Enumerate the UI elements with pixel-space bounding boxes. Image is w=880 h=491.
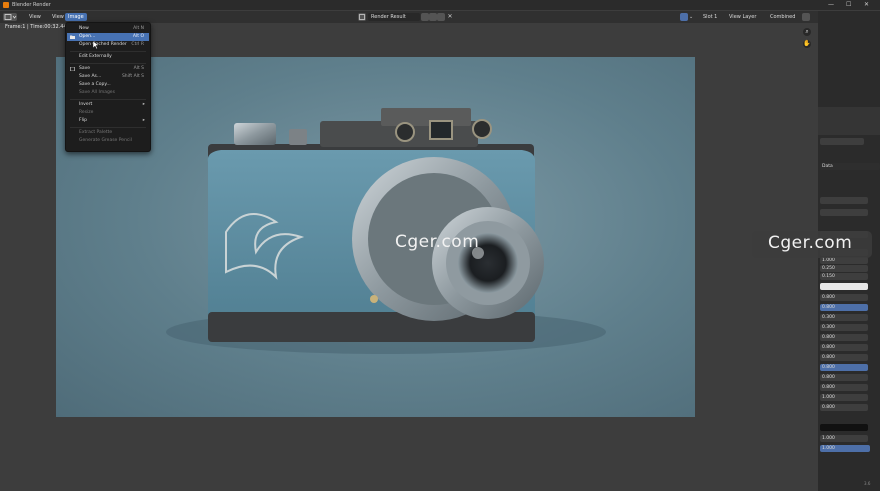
value-field[interactable]: 0.250 bbox=[820, 265, 868, 272]
sidebar-field[interactable] bbox=[820, 138, 864, 145]
menu-item-open[interactable]: Open... Alt O bbox=[67, 33, 149, 41]
color-swatch-white[interactable] bbox=[820, 283, 868, 290]
blender-logo-icon bbox=[3, 2, 9, 8]
render-pass-dropdown[interactable]: Combined bbox=[767, 13, 797, 21]
value-field[interactable]: 1.000 bbox=[820, 445, 870, 452]
viewport-tools: ⌕ ✋ bbox=[803, 28, 811, 52]
value-field[interactable]: 0.800 bbox=[820, 334, 868, 341]
sidebar-toggle-icon[interactable] bbox=[802, 13, 810, 21]
display-channels-icon[interactable] bbox=[680, 13, 688, 21]
value-field[interactable]: 0.800 bbox=[820, 304, 868, 311]
version-label: 3.6 bbox=[864, 481, 871, 486]
minimize-button[interactable]: — bbox=[828, 1, 834, 8]
color-swatch-black[interactable] bbox=[820, 424, 868, 431]
value-field[interactable]: 1.000 bbox=[820, 257, 868, 264]
folder-icon bbox=[70, 35, 75, 39]
image-menu[interactable]: Image bbox=[65, 13, 87, 21]
value-field[interactable]: 1.000 bbox=[820, 435, 868, 442]
value-field[interactable]: 1.000 bbox=[820, 394, 868, 401]
submenu-arrow-icon: ▸ bbox=[142, 102, 145, 107]
value-field[interactable]: 0.800 bbox=[820, 384, 868, 391]
save-icon bbox=[70, 67, 75, 71]
menu-item-open-cached-render[interactable]: Open Cached Render Ctrl R bbox=[67, 41, 149, 49]
close-button[interactable]: ✕ bbox=[864, 1, 869, 8]
menu-item-save-all-images: Save All Images bbox=[79, 90, 115, 95]
window-title: Blender Render bbox=[12, 2, 51, 8]
value-field[interactable]: 0.800 bbox=[820, 344, 868, 351]
menu-item-save-copy[interactable]: Save a Copy... bbox=[67, 81, 149, 89]
maximize-button[interactable]: ☐ bbox=[846, 1, 851, 8]
menu-item-invert[interactable]: Invert ▸ bbox=[67, 101, 149, 109]
data-dropdown[interactable]: Data bbox=[820, 163, 880, 170]
fake-user-icon[interactable] bbox=[421, 13, 429, 21]
value-field[interactable]: 0.800 bbox=[820, 374, 868, 381]
zoom-icon[interactable]: ⌕ bbox=[803, 28, 811, 36]
watermark-text-right: Cger.com bbox=[768, 233, 853, 253]
image-editor-icon bbox=[4, 14, 17, 20]
vintage-camera-render bbox=[166, 108, 606, 354]
chevron-down-icon: ⌄ bbox=[689, 14, 694, 20]
menu-item-resize: Resize bbox=[79, 110, 94, 115]
menu-separator bbox=[70, 51, 146, 52]
value-field[interactable]: 0.150 bbox=[820, 273, 868, 280]
image-browse-button[interactable] bbox=[358, 13, 366, 21]
menu-item-edit-externally[interactable]: Edit Externally bbox=[67, 53, 149, 61]
menu-separator bbox=[70, 99, 146, 100]
value-field[interactable]: 0.800 bbox=[820, 294, 868, 301]
value-field[interactable]: 0.300 bbox=[820, 314, 868, 321]
sidebar-field[interactable] bbox=[820, 209, 868, 216]
value-field[interactable]: 0.800 bbox=[820, 354, 868, 361]
menu-separator bbox=[70, 63, 146, 64]
pan-hand-icon[interactable]: ✋ bbox=[803, 40, 811, 48]
value-field[interactable]: 0.800 bbox=[820, 364, 868, 371]
image-name-field[interactable]: Render Result bbox=[368, 13, 420, 21]
mouse-cursor-icon bbox=[93, 41, 99, 49]
render-result-image bbox=[56, 57, 695, 417]
editor-type-selector[interactable] bbox=[3, 13, 17, 21]
image-dropdown-menu: New Alt N Open... Alt O Open Cached Render… bbox=[65, 22, 151, 152]
duplicate-icon[interactable] bbox=[429, 13, 437, 21]
view-menu-button[interactable]: View bbox=[26, 13, 44, 21]
unlink-icon[interactable]: ✕ bbox=[446, 13, 454, 21]
slot-dropdown[interactable]: Slot 1 bbox=[700, 13, 724, 21]
menu-item-generate-grease-pencil: Generate Grease Pencil bbox=[79, 138, 132, 143]
value-field[interactable]: 0.800 bbox=[820, 404, 868, 411]
watermark-text: Cger.com bbox=[395, 232, 480, 252]
sidebar-section-header bbox=[818, 107, 880, 135]
menu-item-save[interactable]: Save Alt S bbox=[67, 65, 149, 73]
window-titlebar: Blender Render — ☐ ✕ bbox=[0, 0, 880, 10]
menu-item-extract-palette: Extract Palette bbox=[79, 130, 113, 135]
menu-item-new[interactable]: New Alt N bbox=[67, 25, 149, 33]
value-field[interactable]: 0.300 bbox=[820, 324, 868, 331]
open-folder-icon[interactable] bbox=[437, 13, 445, 21]
menu-separator bbox=[70, 127, 146, 128]
sidebar-field[interactable] bbox=[820, 197, 868, 204]
image-icon bbox=[359, 14, 365, 20]
menu-item-save-as[interactable]: Save As... Shift Alt S bbox=[67, 73, 149, 81]
submenu-arrow-icon: ▸ bbox=[142, 118, 145, 123]
menu-item-flip[interactable]: Flip ▸ bbox=[67, 117, 149, 125]
view-layer-dropdown[interactable]: View Layer bbox=[726, 13, 764, 21]
